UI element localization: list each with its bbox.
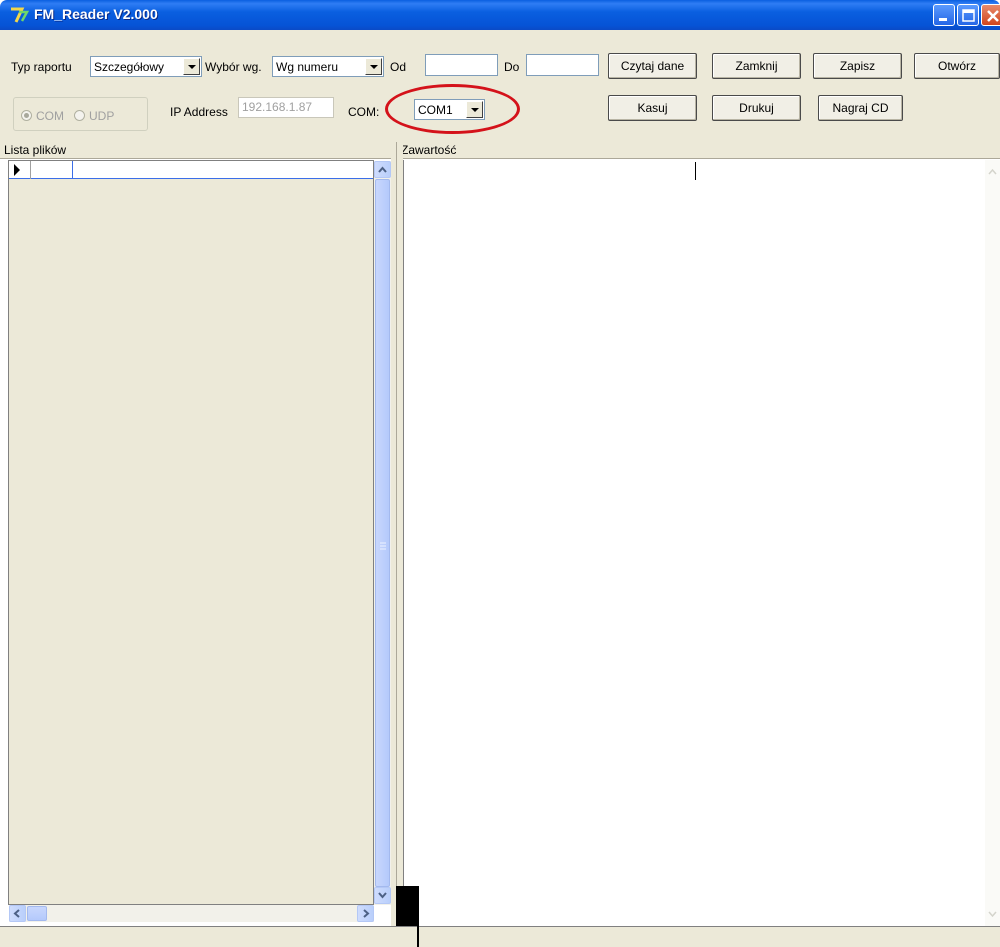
od-label: Od xyxy=(390,60,407,74)
minimize-button[interactable] xyxy=(933,4,955,26)
nagraj-cd-button[interactable]: Nagraj CD xyxy=(818,95,903,121)
minimize-icon xyxy=(939,18,947,21)
app-logo-icon xyxy=(9,6,30,24)
zapisz-button[interactable]: Zapisz xyxy=(813,53,902,79)
close-button[interactable] xyxy=(981,4,1000,26)
splitter-line xyxy=(396,142,397,886)
typ-raportu-select[interactable]: Szczegółowy xyxy=(90,56,202,77)
scroll-down-button[interactable] xyxy=(374,887,391,904)
row-indicator xyxy=(9,161,31,179)
od-input[interactable] xyxy=(425,54,498,76)
close-icon xyxy=(987,10,999,22)
radio-com[interactable] xyxy=(21,110,32,121)
typ-raportu-value: Szczegółowy xyxy=(94,60,165,74)
content-vertical-scrollbar[interactable] xyxy=(985,160,1000,927)
highlight-ellipse xyxy=(385,84,520,134)
scroll-arrows-icon xyxy=(988,168,997,918)
wybor-value: Wg numeru xyxy=(276,60,339,74)
ip-address-input[interactable]: 192.168.1.87 xyxy=(238,97,334,118)
radio-udp[interactable] xyxy=(74,110,85,121)
chevron-up-icon xyxy=(378,166,387,173)
zamknij-button[interactable]: Zamknij xyxy=(712,53,801,79)
window-title: FM_Reader V2.000 xyxy=(34,6,158,22)
file-list-horizontal-scrollbar[interactable] xyxy=(9,905,374,922)
chevron-down-icon xyxy=(378,892,387,899)
chevron-left-icon xyxy=(13,909,20,918)
zawartosc-header: Zawartość xyxy=(397,142,1000,159)
typ-raportu-label: Typ raportu xyxy=(11,60,72,74)
com-label: COM: xyxy=(348,105,380,119)
drukuj-button[interactable]: Drukuj xyxy=(712,95,801,121)
scroll-thumb[interactable] xyxy=(375,179,390,887)
radio-udp-label[interactable]: UDP xyxy=(89,109,114,123)
do-label: Do xyxy=(504,60,520,74)
chevron-down-icon[interactable] xyxy=(365,58,382,75)
czytaj-dane-button[interactable]: Czytaj dane xyxy=(608,53,697,79)
scroll-left-button[interactable] xyxy=(9,905,26,922)
ip-address-label: IP Address xyxy=(170,105,228,119)
otworz-button[interactable]: Otwórz xyxy=(914,53,1000,79)
row-pointer-icon xyxy=(14,164,20,176)
table-cell[interactable] xyxy=(31,161,73,179)
splitter-black-block xyxy=(396,886,419,926)
file-list[interactable] xyxy=(8,160,374,905)
kasuj-button[interactable]: Kasuj xyxy=(608,95,697,121)
status-divider xyxy=(417,926,419,947)
ip-address-value: 192.168.1.87 xyxy=(242,100,313,114)
chevron-right-icon xyxy=(363,909,370,918)
maximize-icon xyxy=(962,9,975,22)
status-bar xyxy=(0,926,1000,947)
maximize-button[interactable] xyxy=(957,4,979,26)
do-input[interactable] xyxy=(526,54,599,76)
text-caret xyxy=(695,162,696,180)
scroll-up-button[interactable] xyxy=(374,161,391,178)
wybor-select[interactable]: Wg numeru xyxy=(272,56,384,77)
horizontal-scroll-thumb[interactable] xyxy=(27,906,47,921)
scroll-right-button[interactable] xyxy=(357,905,374,922)
grip-icon xyxy=(380,542,386,550)
content-area[interactable] xyxy=(403,160,1000,927)
pane-splitter[interactable] xyxy=(391,142,403,947)
radio-com-label[interactable]: COM xyxy=(36,109,64,123)
wybor-label: Wybór wg. xyxy=(205,60,262,74)
chevron-down-icon[interactable] xyxy=(183,58,200,75)
lista-plikow-header: Lista plików xyxy=(0,142,391,159)
